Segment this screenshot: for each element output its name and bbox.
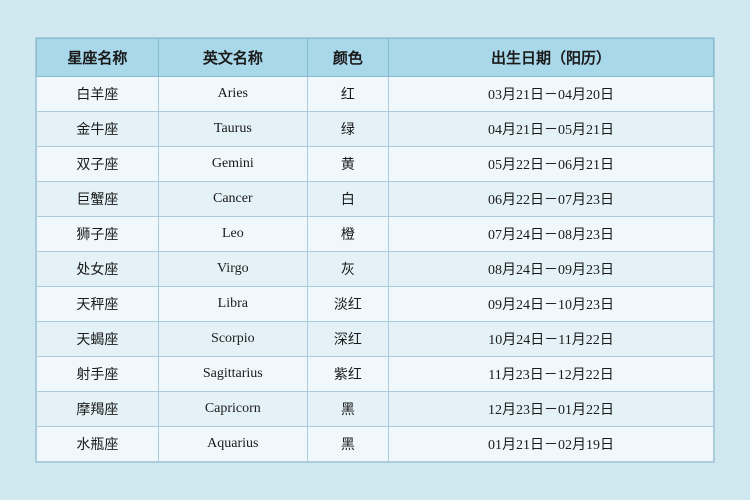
cell-en: Libra [158, 287, 307, 322]
cell-date: 06月22日－07月23日 [389, 182, 714, 217]
table-row: 处女座Virgo灰08月24日－09月23日 [37, 252, 714, 287]
table-row: 射手座Sagittarius紫红11月23日－12月22日 [37, 357, 714, 392]
cell-date: 05月22日－06月21日 [389, 147, 714, 182]
cell-cn: 金牛座 [37, 112, 159, 147]
cell-color: 黑 [307, 427, 388, 462]
cell-color: 黄 [307, 147, 388, 182]
table-row: 摩羯座Capricorn黑12月23日－01月22日 [37, 392, 714, 427]
cell-date: 07月24日－08月23日 [389, 217, 714, 252]
cell-cn: 双子座 [37, 147, 159, 182]
cell-date: 04月21日－05月21日 [389, 112, 714, 147]
cell-cn: 处女座 [37, 252, 159, 287]
cell-date: 09月24日－10月23日 [389, 287, 714, 322]
cell-cn: 水瓶座 [37, 427, 159, 462]
cell-cn: 巨蟹座 [37, 182, 159, 217]
header-cn: 星座名称 [37, 39, 159, 77]
cell-color: 黑 [307, 392, 388, 427]
header-en: 英文名称 [158, 39, 307, 77]
cell-cn: 摩羯座 [37, 392, 159, 427]
cell-en: Virgo [158, 252, 307, 287]
cell-en: Capricorn [158, 392, 307, 427]
cell-cn: 白羊座 [37, 77, 159, 112]
table-row: 双子座Gemini黄05月22日－06月21日 [37, 147, 714, 182]
cell-date: 03月21日－04月20日 [389, 77, 714, 112]
table-header-row: 星座名称 英文名称 颜色 出生日期（阳历） [37, 39, 714, 77]
cell-date: 10月24日－11月22日 [389, 322, 714, 357]
cell-color: 紫红 [307, 357, 388, 392]
cell-en: Scorpio [158, 322, 307, 357]
table-row: 天蝎座Scorpio深红10月24日－11月22日 [37, 322, 714, 357]
cell-color: 绿 [307, 112, 388, 147]
header-color: 颜色 [307, 39, 388, 77]
cell-en: Taurus [158, 112, 307, 147]
cell-en: Cancer [158, 182, 307, 217]
zodiac-table: 星座名称 英文名称 颜色 出生日期（阳历） 白羊座Aries红03月21日－04… [36, 38, 714, 462]
table-row: 白羊座Aries红03月21日－04月20日 [37, 77, 714, 112]
cell-color: 淡红 [307, 287, 388, 322]
cell-date: 01月21日－02月19日 [389, 427, 714, 462]
cell-color: 白 [307, 182, 388, 217]
table-row: 狮子座Leo橙07月24日－08月23日 [37, 217, 714, 252]
table-row: 天秤座Libra淡红09月24日－10月23日 [37, 287, 714, 322]
cell-color: 深红 [307, 322, 388, 357]
cell-en: Aquarius [158, 427, 307, 462]
table-row: 水瓶座Aquarius黑01月21日－02月19日 [37, 427, 714, 462]
header-date: 出生日期（阳历） [389, 39, 714, 77]
zodiac-table-container: 星座名称 英文名称 颜色 出生日期（阳历） 白羊座Aries红03月21日－04… [35, 37, 715, 463]
cell-en: Gemini [158, 147, 307, 182]
cell-cn: 狮子座 [37, 217, 159, 252]
cell-cn: 天蝎座 [37, 322, 159, 357]
cell-color: 灰 [307, 252, 388, 287]
cell-cn: 射手座 [37, 357, 159, 392]
cell-color: 红 [307, 77, 388, 112]
cell-date: 11月23日－12月22日 [389, 357, 714, 392]
table-row: 巨蟹座Cancer白06月22日－07月23日 [37, 182, 714, 217]
cell-color: 橙 [307, 217, 388, 252]
cell-cn: 天秤座 [37, 287, 159, 322]
cell-en: Aries [158, 77, 307, 112]
cell-en: Sagittarius [158, 357, 307, 392]
cell-date: 08月24日－09月23日 [389, 252, 714, 287]
table-row: 金牛座Taurus绿04月21日－05月21日 [37, 112, 714, 147]
table-body: 白羊座Aries红03月21日－04月20日金牛座Taurus绿04月21日－0… [37, 77, 714, 462]
cell-date: 12月23日－01月22日 [389, 392, 714, 427]
cell-en: Leo [158, 217, 307, 252]
